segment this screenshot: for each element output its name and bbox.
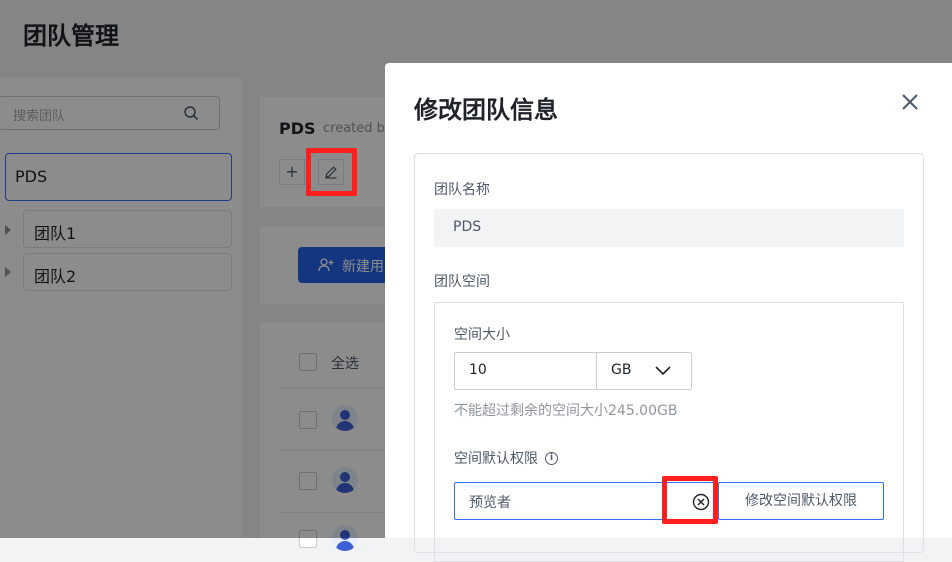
team-name-label: 团队名称 [434, 182, 490, 198]
clear-button-highlight [662, 476, 718, 524]
space-size-hint: 不能超过剩余的空间大小245.00GB [454, 403, 678, 419]
team-name-field: PDS [434, 209, 904, 247]
space-size-input[interactable]: 10 [454, 352, 597, 390]
edit-button-highlight [306, 148, 357, 196]
close-icon[interactable] [900, 92, 920, 112]
team-name-value: PDS [453, 219, 482, 235]
space-unit-select[interactable]: GB [596, 352, 692, 390]
chevron-down-icon [655, 366, 671, 376]
modal-title: 修改团队信息 [414, 96, 558, 124]
default-permission-label: 空间默认权限 [454, 451, 538, 467]
space-unit-value: GB [611, 362, 632, 378]
space-size-value: 10 [469, 362, 487, 378]
edit-team-modal: 修改团队信息 团队名称 PDS 团队空间 空间大小 10 GB 不能超过剩余的空… [385, 63, 952, 562]
modify-default-permission-button[interactable]: 修改空间默认权限 [718, 482, 884, 520]
info-icon[interactable]: i [545, 452, 558, 465]
team-space-label: 团队空间 [434, 274, 490, 290]
default-permission-value: 预览者 [469, 495, 511, 511]
space-size-label: 空间大小 [454, 327, 510, 343]
